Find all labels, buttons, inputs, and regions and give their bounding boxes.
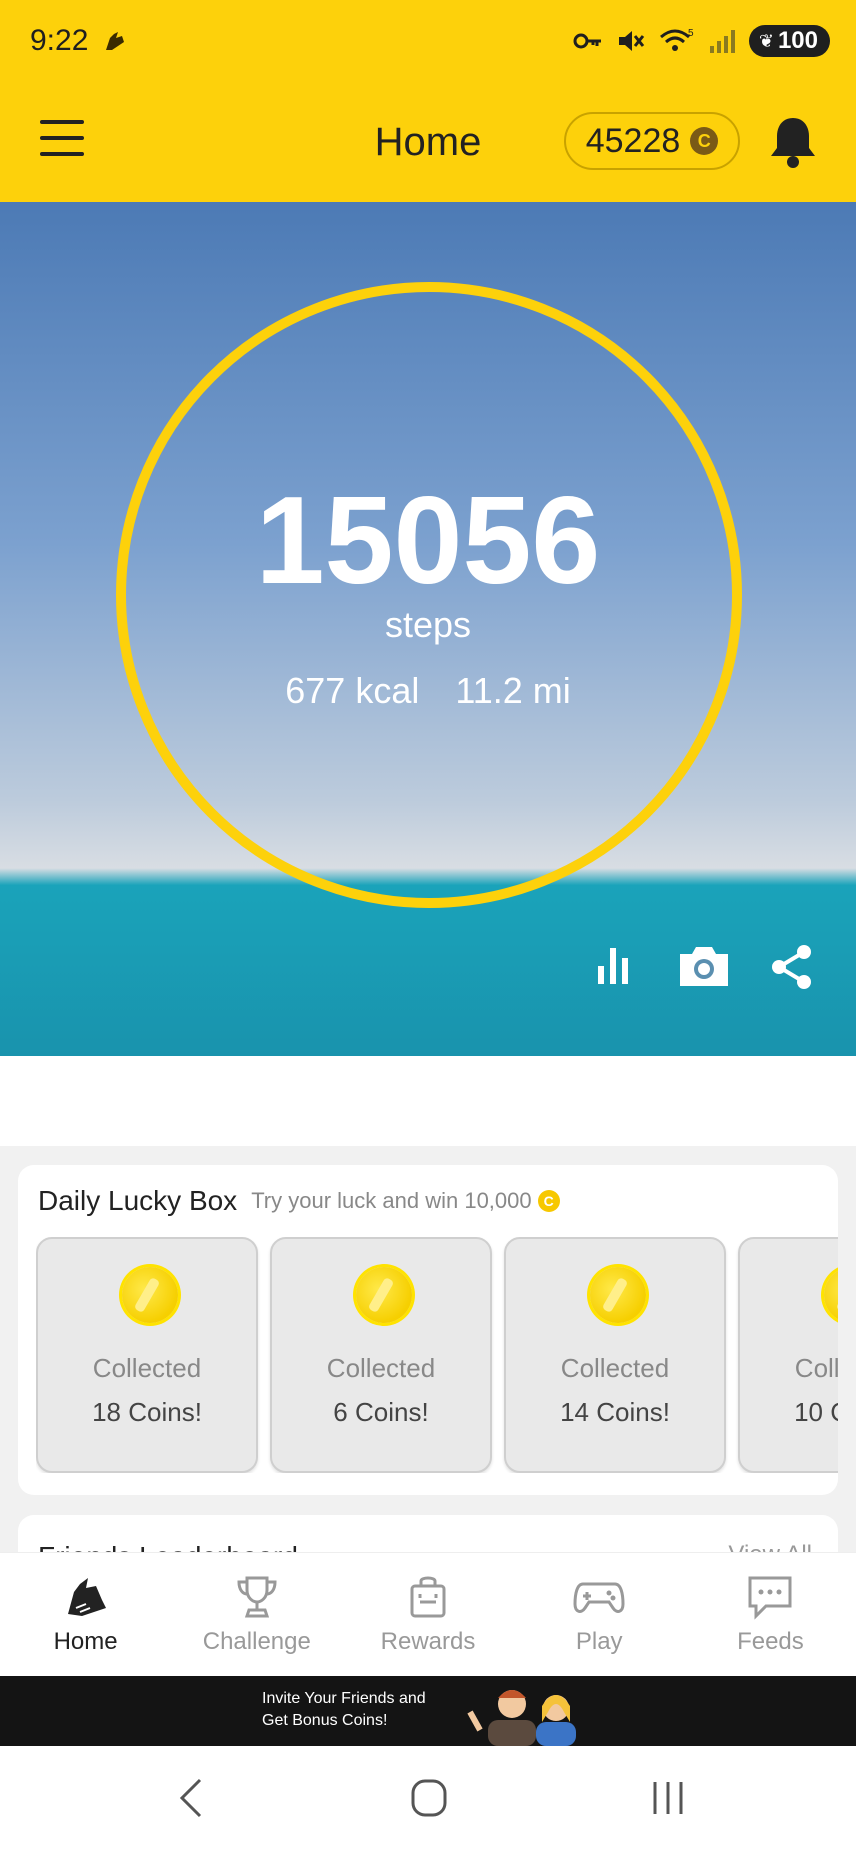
camera-icon[interactable] [676, 944, 732, 988]
box-status: Collected [92, 1353, 202, 1383]
bottom-navigation: Home Challenge Rewards Play Feeds [0, 1552, 856, 1676]
subtitle-text: Try your luck and win 10,000 [251, 1188, 532, 1213]
calories-value: 677 kcal [285, 670, 420, 711]
step-counter-hero: 15056 steps 677 kcal 11.2 mi [0, 202, 856, 1056]
home-button-icon[interactable] [410, 1776, 448, 1820]
banner-line-1: Invite Your Friends and [262, 1690, 426, 1707]
friends-illustration [467, 1690, 576, 1746]
chat-bubble-icon [748, 1576, 792, 1620]
card-header: Daily Lucky Box Try your luck and win 10… [38, 1185, 560, 1217]
coin-icon: C [690, 127, 719, 155]
battery-indicator: ❦ 100 [748, 25, 830, 57]
bell-icon[interactable] [768, 114, 818, 170]
steps-label: steps [384, 604, 472, 645]
invite-friends-banner[interactable]: Invite Your Friends and Get Bonus Coins! [0, 1676, 856, 1746]
svg-text:5: 5 [688, 28, 694, 39]
gamepad-icon [573, 1582, 625, 1613]
nav-item-challenge[interactable]: Challenge [171, 1553, 342, 1676]
lucky-box[interactable]: Collected 6 Coins! [270, 1237, 492, 1473]
nav-label: Feeds [737, 1627, 804, 1655]
hamburger-menu-icon[interactable] [40, 120, 84, 156]
wifi-icon: 5 [659, 28, 694, 51]
share-icon[interactable] [770, 944, 814, 990]
nav-item-home[interactable]: Home [0, 1553, 171, 1676]
white-spacer [0, 1056, 856, 1146]
nav-label: Rewards [380, 1627, 476, 1655]
nav-item-rewards[interactable]: Rewards [342, 1553, 513, 1676]
lucky-box[interactable]: Collected 14 Coins! [504, 1237, 726, 1473]
signal-icon [709, 30, 735, 53]
box-reward: 18 Coins! [92, 1397, 202, 1427]
trophy-icon [237, 1576, 277, 1617]
coin-balance: 45228 [585, 121, 681, 160]
leaf-icon: ❦ [758, 30, 774, 51]
mute-icon [618, 31, 645, 51]
banner-line-2: Get Bonus Coins! [262, 1712, 388, 1729]
back-icon[interactable] [176, 1776, 206, 1820]
status-time: 9:22 [30, 24, 89, 57]
box-status: Collected [560, 1353, 670, 1383]
system-navigation-bar [0, 1746, 856, 1855]
activity-stats: 677 kcal 11.2 mi [0, 670, 856, 712]
bar-chart-icon[interactable] [596, 944, 636, 986]
box-reward: 10 Coins! [794, 1397, 838, 1427]
lucky-box[interactable]: Collected 10 Coins! [738, 1237, 838, 1473]
battery-level: 100 [777, 27, 818, 54]
status-bar: 9:22 5 ❦ 100 [0, 0, 856, 82]
nav-label: Challenge [202, 1627, 311, 1655]
recent-apps-icon[interactable] [650, 1776, 686, 1820]
distance-value: 11.2 mi [455, 670, 571, 711]
coin-icon: C [537, 1190, 560, 1212]
shoe-icon [67, 1577, 106, 1616]
gold-coin-icon [824, 1267, 838, 1323]
lucky-box-list: Collected 18 Coins! Collected 6 Coins! C… [36, 1237, 838, 1473]
nav-label: Home [53, 1627, 118, 1655]
nav-label: Play [575, 1627, 623, 1655]
card-subtitle: Try your luck and win 10,000 C [251, 1188, 560, 1214]
nav-item-feeds[interactable]: Feeds [685, 1553, 856, 1676]
box-reward: 14 Coins! [560, 1397, 670, 1427]
box-status: Collected [794, 1353, 838, 1383]
step-count: 15056 [255, 472, 601, 610]
daily-lucky-box-card: Daily Lucky Box Try your luck and win 10… [18, 1165, 838, 1495]
shoe-notification-icon [106, 32, 125, 50]
card-title: Daily Lucky Box [38, 1185, 238, 1216]
lucky-box[interactable]: Collected 18 Coins! [36, 1237, 258, 1473]
box-status: Collected [326, 1353, 436, 1383]
app-bar: Home 45228 C [0, 82, 856, 202]
gold-coin-icon [356, 1267, 412, 1323]
box-reward: 6 Coins! [333, 1397, 429, 1427]
gold-coin-icon [590, 1267, 646, 1323]
nav-item-play[interactable]: Play [514, 1553, 685, 1676]
coin-balance-button[interactable]: 45228 C [564, 112, 740, 170]
shopping-bag-icon [410, 1576, 446, 1617]
gold-coin-icon [122, 1267, 178, 1323]
key-icon [573, 33, 601, 49]
